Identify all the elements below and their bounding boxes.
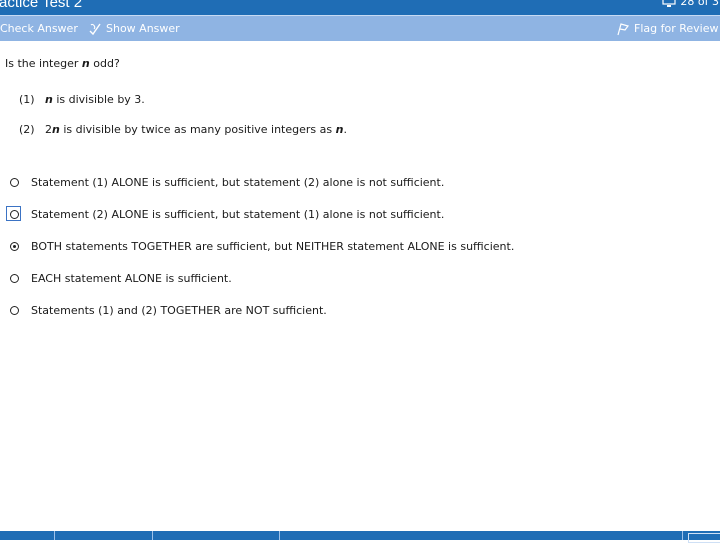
stem-text-after: odd? — [89, 57, 120, 70]
statement-1: (1) n is divisible by 3. — [19, 93, 145, 106]
option-label: BOTH statements TOGETHER are sufficient,… — [31, 239, 515, 253]
stem-text-before: Is the integer — [5, 57, 82, 70]
question-stem: Is the integer n odd? — [5, 57, 120, 70]
option-label: Statement (1) ALONE is sufficient, but s… — [31, 175, 445, 189]
check-answer-button[interactable]: Check Answer — [0, 16, 78, 41]
question-counter: 28 of 37 — [662, 0, 720, 8]
test-title: Practice Test 2 — [0, 0, 83, 11]
flag-for-review-label: Flag for Review — [634, 22, 719, 35]
toolbar: Check Answer Show Answer Flag for Review — [0, 15, 720, 41]
statement-text: . — [343, 123, 347, 136]
radio-button-wrap[interactable] — [0, 299, 30, 321]
computer-icon — [662, 0, 677, 7]
statement-number: (1) — [19, 93, 35, 106]
statement-2: (2) 2n is divisible by twice as many posi… — [19, 123, 347, 136]
stem-variable: n — [81, 57, 90, 70]
radio-button[interactable] — [10, 306, 19, 315]
divider — [54, 531, 55, 540]
answer-option-b[interactable]: Statement (2) ALONE is sufficient, but s… — [0, 203, 600, 225]
radio-button[interactable] — [10, 178, 19, 187]
radio-button-wrap[interactable] — [0, 171, 30, 193]
answer-option-d[interactable]: EACH statement ALONE is sufficient. — [0, 267, 600, 289]
question-counter-text: 28 of 37 — [680, 0, 720, 8]
radio-button-wrap[interactable] — [0, 235, 30, 257]
bottom-navigation-bar — [0, 531, 720, 543]
statement-variable: n — [45, 93, 53, 106]
radio-button-wrap[interactable] — [0, 267, 30, 289]
show-answer-icon — [89, 23, 101, 35]
statement-variable: n — [52, 123, 60, 136]
show-answer-label: Show Answer — [106, 22, 180, 35]
flag-icon — [617, 22, 630, 35]
divider — [152, 531, 153, 540]
answer-option-e[interactable]: Statements (1) and (2) TOGETHER are NOT … — [0, 299, 600, 321]
statement-number: (2) — [19, 123, 35, 136]
statement-text: is divisible by twice as many positive i… — [59, 123, 336, 136]
title-bar: Practice Test 2 28 of 37 — [0, 0, 720, 15]
option-label: EACH statement ALONE is sufficient. — [31, 271, 232, 285]
answer-option-a[interactable]: Statement (1) ALONE is sufficient, but s… — [0, 171, 600, 193]
radio-button[interactable] — [10, 274, 19, 283]
answer-option-c[interactable]: BOTH statements TOGETHER are sufficient,… — [0, 235, 600, 257]
radio-button-selected[interactable] — [10, 242, 19, 251]
statement-text: is divisible by 3. — [52, 93, 145, 106]
nav-button[interactable] — [688, 533, 720, 543]
radio-button-wrap[interactable] — [0, 203, 30, 225]
divider — [682, 531, 683, 540]
show-answer-button[interactable]: Show Answer — [88, 16, 180, 41]
option-label: Statements (1) and (2) TOGETHER are NOT … — [31, 303, 327, 317]
option-label: Statement (2) ALONE is sufficient, but s… — [31, 207, 445, 221]
flag-for-review-button[interactable]: Flag for Review — [616, 16, 718, 41]
divider — [279, 531, 280, 540]
radio-button[interactable] — [10, 210, 19, 219]
check-answer-label: Check Answer — [0, 22, 78, 35]
statement-text: 2 — [45, 123, 52, 136]
